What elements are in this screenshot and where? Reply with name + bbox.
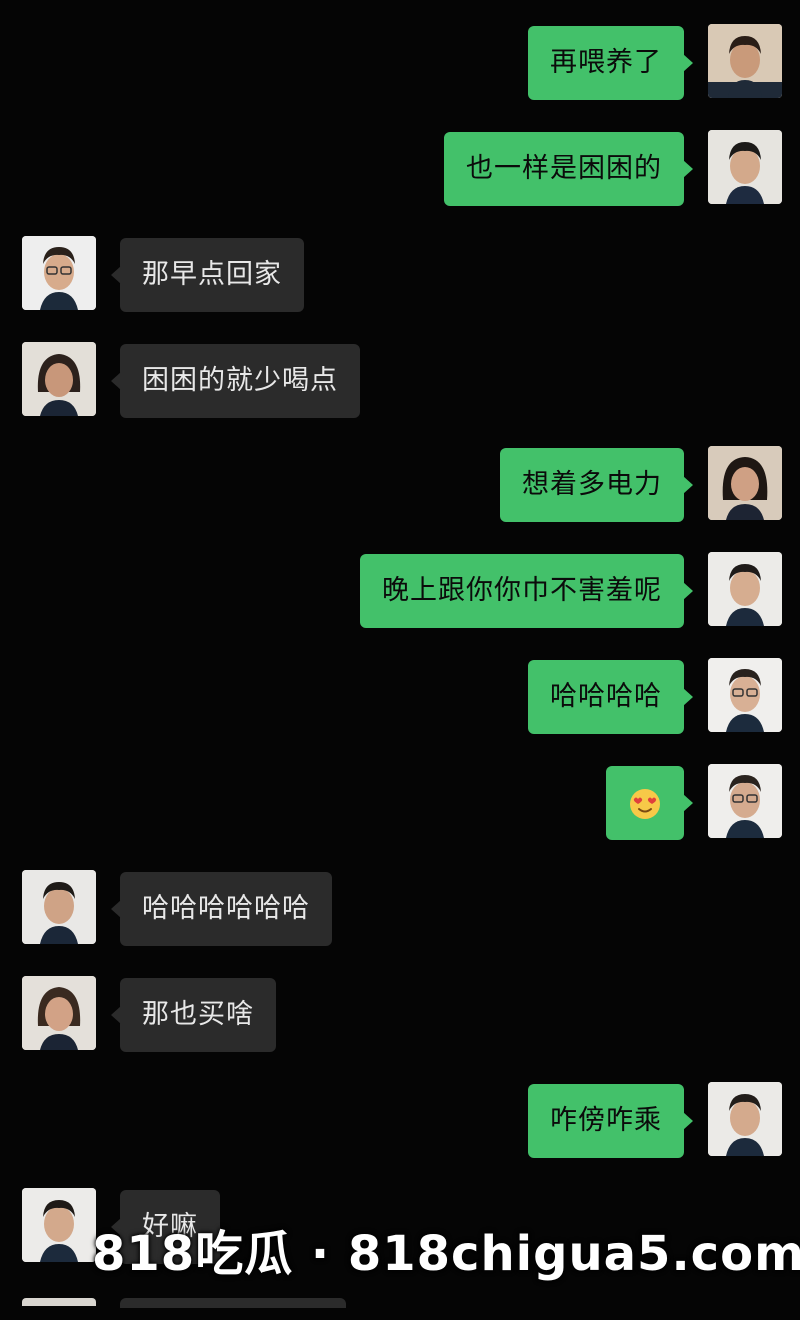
heart-eyes-emoji-icon bbox=[630, 788, 660, 819]
avatar[interactable] bbox=[708, 552, 782, 626]
message-bubble[interactable]: 困困的就少喝点 bbox=[111, 344, 360, 418]
message-text: 哈哈哈哈哈哈 bbox=[142, 893, 310, 924]
message-text: 那也买啥 bbox=[142, 999, 254, 1030]
avatar[interactable] bbox=[708, 764, 782, 838]
avatar[interactable] bbox=[22, 870, 96, 944]
message-text: 再喂养了 bbox=[550, 47, 662, 78]
avatar bbox=[22, 1298, 96, 1306]
chat-conversation: 再喂养了 也一样是困困的 那早点回家 困困的就少喝点 想着多电力 晚上跟你你巾不… bbox=[0, 0, 800, 1320]
message-bubble[interactable]: 那也买啥 bbox=[111, 978, 276, 1052]
avatar[interactable] bbox=[22, 976, 96, 1050]
message-text: 那早点回家 bbox=[142, 259, 282, 290]
message-text: 咋傍咋乘 bbox=[550, 1105, 662, 1136]
message-text: 困困的就少喝点 bbox=[142, 365, 338, 396]
message-bubble[interactable]: 那早点回家 bbox=[111, 238, 304, 312]
message-bubble[interactable] bbox=[606, 766, 693, 840]
message-bubble[interactable]: 晚上跟你你巾不害羞呢 bbox=[360, 554, 693, 628]
avatar[interactable] bbox=[22, 342, 96, 416]
message-bubble[interactable]: 想着多电力 bbox=[500, 448, 693, 522]
message-text: 也一样是困困的 bbox=[466, 153, 662, 184]
message-text: 哈哈哈哈 bbox=[550, 681, 662, 712]
avatar[interactable] bbox=[22, 1188, 96, 1262]
avatar[interactable] bbox=[22, 236, 96, 310]
message-bubble[interactable]: 再喂养了 bbox=[528, 26, 693, 100]
avatar[interactable] bbox=[708, 446, 782, 520]
message-bubble[interactable]: 哈哈哈哈 bbox=[528, 660, 693, 734]
next-message-partial bbox=[0, 1298, 800, 1320]
avatar[interactable] bbox=[708, 24, 782, 98]
message-bubble[interactable]: 哈哈哈哈哈哈 bbox=[111, 872, 332, 946]
avatar[interactable] bbox=[708, 130, 782, 204]
message-bubble[interactable]: 咋傍咋乘 bbox=[528, 1084, 693, 1158]
avatar[interactable] bbox=[708, 1082, 782, 1156]
message-text: 想着多电力 bbox=[522, 469, 662, 500]
message-bubble bbox=[120, 1298, 346, 1308]
message-bubble[interactable]: 也一样是困困的 bbox=[444, 132, 693, 206]
watermark: 818吃瓜 · 818chigua5.com bbox=[92, 1226, 800, 1282]
message-text: 晚上跟你你巾不害羞呢 bbox=[382, 575, 662, 606]
avatar[interactable] bbox=[708, 658, 782, 732]
